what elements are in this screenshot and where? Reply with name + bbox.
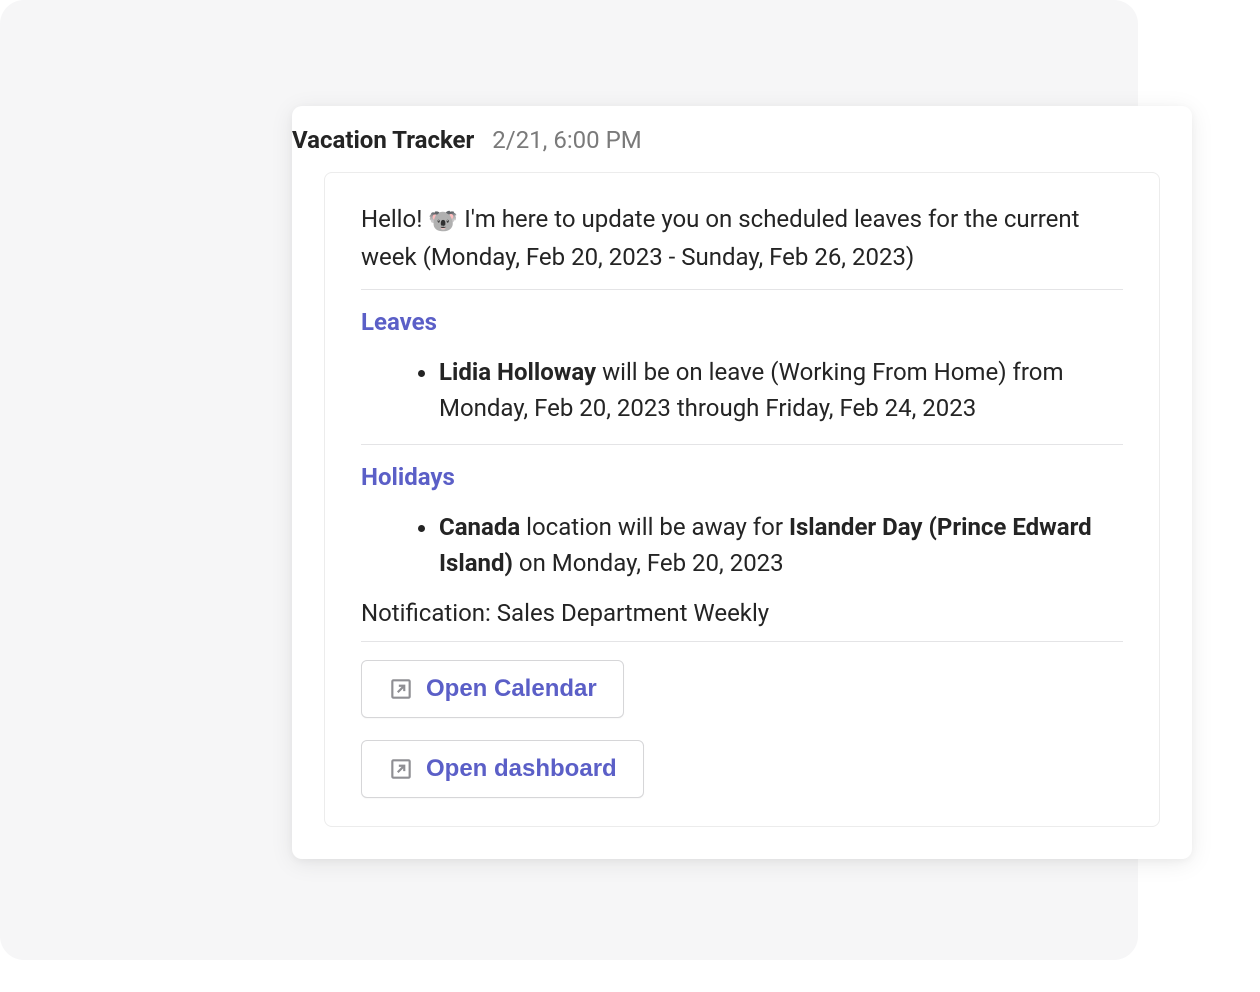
list-item: Canada location will be away for Islande… <box>439 509 1123 581</box>
open-dashboard-label: Open dashboard <box>426 755 617 783</box>
leaves-list: Lidia Holloway will be on leave (Working… <box>361 354 1123 426</box>
intro-prefix: Hello! <box>361 205 422 233</box>
intro-text: Hello! 🐨 I'm here to update you on sched… <box>361 201 1123 275</box>
open-calendar-label: Open Calendar <box>426 675 597 703</box>
message-card: Vacation Tracker 2/21, 6:00 PM Hello! 🐨 … <box>292 106 1192 859</box>
app-name: Vacation Tracker <box>292 126 474 154</box>
holidays-list: Canada location will be away for Islande… <box>361 509 1123 581</box>
action-buttons: Open Calendar Open dashboard <box>361 660 1123 798</box>
list-item: Lidia Holloway will be on leave (Working… <box>439 354 1123 426</box>
leave-person-name: Lidia Holloway <box>439 358 596 386</box>
holiday-location: Canada <box>439 513 520 541</box>
notification-label: Notification: Sales Department Weekly <box>361 599 1123 627</box>
card-body: Hello! 🐨 I'm here to update you on sched… <box>324 172 1160 827</box>
holidays-heading: Holidays <box>361 463 1123 491</box>
holiday-suffix-text: on Monday, Feb 20, 2023 <box>513 549 784 577</box>
card-header: Vacation Tracker 2/21, 6:00 PM <box>292 106 1192 172</box>
holiday-middle-text: location will be away for <box>520 513 789 541</box>
divider <box>361 444 1123 445</box>
leaves-section: Leaves Lidia Holloway will be on leave (… <box>361 308 1123 426</box>
external-link-icon <box>388 756 414 782</box>
divider <box>361 641 1123 642</box>
leaves-heading: Leaves <box>361 308 1123 336</box>
open-calendar-button[interactable]: Open Calendar <box>361 660 624 718</box>
divider <box>361 289 1123 290</box>
intro-rest: I'm here to update you on scheduled leav… <box>361 205 1079 271</box>
holidays-section: Holidays Canada location will be away fo… <box>361 463 1123 581</box>
external-link-icon <box>388 676 414 702</box>
koala-emoji-icon: 🐨 <box>428 203 458 239</box>
open-dashboard-button[interactable]: Open dashboard <box>361 740 644 798</box>
message-timestamp: 2/21, 6:00 PM <box>492 126 641 154</box>
